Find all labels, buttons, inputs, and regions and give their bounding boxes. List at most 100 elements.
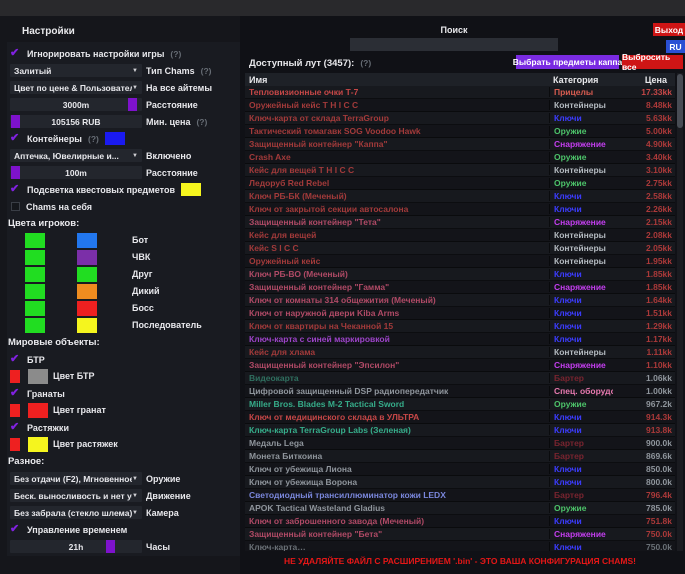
column-header-name[interactable]: Имя xyxy=(245,75,549,85)
table-row[interactable]: Светодиодный трансиллюминатор кожи LEDXБ… xyxy=(245,489,675,502)
color-swatch-hidden[interactable] xyxy=(77,301,97,316)
checkbox[interactable]: ✔ xyxy=(10,388,23,399)
color-swatch-hidden[interactable] xyxy=(77,233,97,248)
slider-thumb[interactable] xyxy=(128,98,137,111)
color-swatch-visible[interactable] xyxy=(25,318,45,333)
color-swatch-visible[interactable] xyxy=(25,284,45,299)
checkbox[interactable]: ✔ xyxy=(10,524,23,535)
dropdown[interactable]: Цвет по цене & Пользователь▼ xyxy=(10,81,142,94)
table-row[interactable]: Ключ-карта от склада TerraGroupКлючи5.63… xyxy=(245,112,675,125)
table-row[interactable]: Ключ от закрытой секции автосалонаКлючи2… xyxy=(245,203,675,216)
table-row[interactable]: Ледоруб Red RebelОружие2.75kk xyxy=(245,177,675,190)
table-row[interactable]: Ключ от медицинского склада в УЛЬТРАКлюч… xyxy=(245,411,675,424)
color-swatch-hidden[interactable] xyxy=(77,318,97,333)
slider[interactable]: 3000m xyxy=(10,98,142,111)
color-swatch-hidden[interactable] xyxy=(77,284,97,299)
checkbox[interactable]: ✔ xyxy=(10,184,23,195)
table-row[interactable]: ВидеокартаБартер1.06kk xyxy=(245,372,675,385)
table-row[interactable]: Кейс для хламаКонтейнеры1.11kk xyxy=(245,346,675,359)
table-row[interactable]: Ключ от убежища ВоронаКлючи800.0k xyxy=(245,476,675,489)
table-row[interactable]: Монета БиткоинаБартер869.6k xyxy=(245,450,675,463)
table-row[interactable]: Ключ-карта с синей маркировкойКлючи1.17k… xyxy=(245,333,675,346)
dropdown[interactable]: Залитый▼ xyxy=(10,64,142,77)
color-swatch-hidden[interactable] xyxy=(77,250,97,265)
color-swatch-visible[interactable] xyxy=(25,301,45,316)
table-row[interactable]: Ключ-карта…Ключи750.0k xyxy=(245,541,675,551)
color-swatch-hidden[interactable] xyxy=(28,369,48,384)
table-row[interactable]: Защищенный контейнер "Каппа"Снаряжение4.… xyxy=(245,138,675,151)
column-header-price[interactable]: Цена xyxy=(613,75,675,85)
item-category: Контейнеры xyxy=(549,100,613,110)
table-row[interactable]: Медаль LegaБартер900.0k xyxy=(245,437,675,450)
help-icon[interactable]: (?) xyxy=(170,49,181,59)
color-swatch-visible[interactable] xyxy=(10,404,20,417)
column-header-category[interactable]: Категория xyxy=(549,75,613,85)
checkbox[interactable]: ✔ xyxy=(10,354,23,365)
color-swatch-hidden[interactable] xyxy=(77,267,97,282)
table-row[interactable]: APOK Tactical Wasteland GladiusОружие785… xyxy=(245,502,675,515)
color-swatch-hidden[interactable] xyxy=(28,437,48,452)
table-row[interactable]: Защищенный контейнер "Бета"Снаряжение750… xyxy=(245,528,675,541)
slider-thumb[interactable] xyxy=(11,166,20,179)
slider[interactable]: 105156 RUB xyxy=(10,115,142,128)
table-row[interactable]: Ключ от заброшенного завода (Меченый)Клю… xyxy=(245,515,675,528)
scrollbar-thumb[interactable] xyxy=(677,74,683,128)
table-row[interactable]: Ключ от комнаты 314 общежития (Меченый)К… xyxy=(245,294,675,307)
color-swatch-visible[interactable] xyxy=(25,267,45,282)
checkbox[interactable] xyxy=(11,202,20,211)
scrollbar-track[interactable] xyxy=(677,73,683,551)
item-category: Контейнеры xyxy=(549,243,613,253)
table-row[interactable]: Ключ РБ-БК (Меченый)Ключи2.58kk xyxy=(245,190,675,203)
search-input[interactable] xyxy=(350,38,558,51)
table-row[interactable]: Кейс для вещейКонтейнеры2.08kk xyxy=(245,229,675,242)
control-label: На все айтемы xyxy=(146,83,212,93)
item-name: APOK Tactical Wasteland Gladius xyxy=(245,503,549,513)
exit-button[interactable]: Выход xyxy=(653,23,685,36)
help-icon[interactable]: (?) xyxy=(196,117,207,127)
item-name: Ключ РБ-ВО (Меченый) xyxy=(245,269,549,279)
help-icon[interactable]: (?) xyxy=(201,66,212,76)
table-row[interactable]: Miller Bros. Blades M-2 Tactical SwordОр… xyxy=(245,398,675,411)
slider-thumb[interactable] xyxy=(106,540,115,553)
slider-thumb[interactable] xyxy=(11,115,20,128)
color-swatch[interactable] xyxy=(181,183,201,196)
table-row[interactable]: Тактический томагавк SOG Voodoo HawkОруж… xyxy=(245,125,675,138)
table-row[interactable]: Защищенный контейнер "Эпсилон"Снаряжение… xyxy=(245,359,675,372)
table-row[interactable]: Оружейный кейсКонтейнеры1.95kk xyxy=(245,255,675,268)
color-swatch-visible[interactable] xyxy=(10,370,20,383)
dropdown[interactable]: Беск. выносливость и нет уста▼ xyxy=(10,489,142,502)
slider[interactable]: 21h xyxy=(10,540,142,553)
checkbox[interactable]: ✔ xyxy=(10,48,23,59)
table-row[interactable]: Тепловизионные очки Т-7Прицелы17.33kk xyxy=(245,86,675,99)
table-row[interactable]: Кейс для вещей T H I C CКонтейнеры3.10kk xyxy=(245,164,675,177)
table-row[interactable]: Ключ РБ-ВО (Меченый)Ключи1.85kk xyxy=(245,268,675,281)
table-row[interactable]: Кейс S I C CКонтейнеры2.05kk xyxy=(245,242,675,255)
color-swatch-visible[interactable] xyxy=(25,233,45,248)
control-label: Расстояние xyxy=(146,168,198,178)
table-row[interactable]: Защищенный контейнер "Гамма"Снаряжение1.… xyxy=(245,281,675,294)
table-row[interactable]: Ключ-карта TerraGroup Labs (Зеленая)Ключ… xyxy=(245,424,675,437)
table-row[interactable]: Ключ от наружной двери Kiba ArmsКлючи1.5… xyxy=(245,307,675,320)
table-row[interactable]: Ключ от квартиры на Чеканной 15Ключи1.29… xyxy=(245,320,675,333)
table-row[interactable]: Оружейный кейс T H I C CКонтейнеры8.48kk xyxy=(245,99,675,112)
table-row[interactable]: Цифровой защищенный DSP радиопередатчикС… xyxy=(245,385,675,398)
item-price: 5.00kk xyxy=(613,126,675,136)
dropdown[interactable]: Без отдачи (F2), Мгновенное п▼ xyxy=(10,472,142,485)
help-icon[interactable]: (?) xyxy=(88,134,99,144)
color-swatch-hidden[interactable] xyxy=(28,403,48,418)
color-swatch-visible[interactable] xyxy=(25,250,45,265)
table-row[interactable]: Защищенный контейнер "Тета"Снаряжение2.1… xyxy=(245,216,675,229)
checkbox[interactable]: ✔ xyxy=(10,422,23,433)
drop-all-button[interactable]: Выбросить все xyxy=(622,55,683,69)
item-price: 1.64kk xyxy=(613,295,675,305)
table-row[interactable]: Ключ от убежища ЛионаКлючи850.0k xyxy=(245,463,675,476)
color-swatch-visible[interactable] xyxy=(10,438,20,451)
checkbox[interactable]: ✔ xyxy=(10,133,23,144)
table-row[interactable]: Crash AxeОружие3.40kk xyxy=(245,151,675,164)
slider[interactable]: 100m xyxy=(10,166,142,179)
dropdown[interactable]: Без забрала (стекло шлема)▼ xyxy=(10,506,142,519)
color-swatch[interactable] xyxy=(105,132,125,145)
dropdown[interactable]: Аптечка, Ювелирные и...▼ xyxy=(10,149,142,162)
select-kappa-items-button[interactable]: Выбрать предметы каппа xyxy=(516,55,619,69)
help-icon[interactable]: (?) xyxy=(360,58,371,68)
